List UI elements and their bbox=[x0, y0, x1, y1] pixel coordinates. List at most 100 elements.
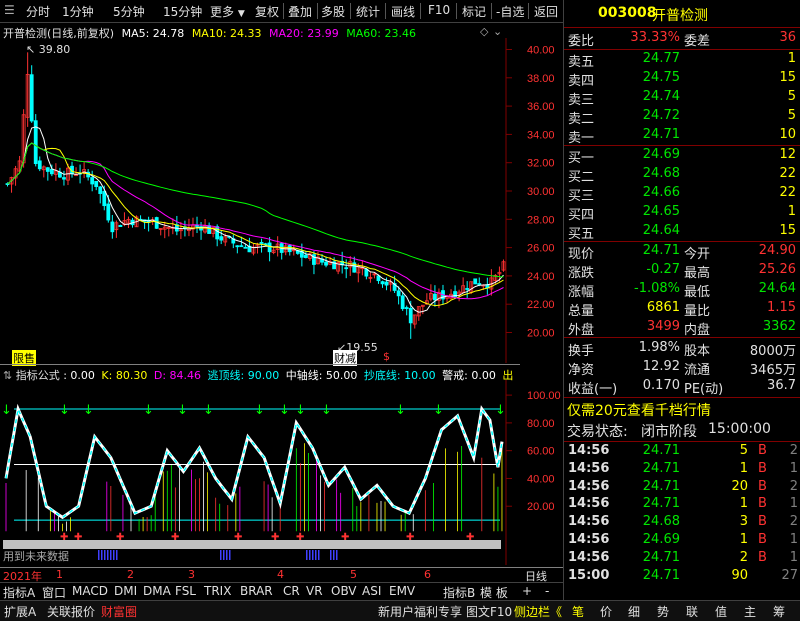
indicator-tab-right[interactable]: + bbox=[522, 584, 532, 598]
ask-row[interactable]: 卖二 24.72 5 bbox=[564, 108, 800, 127]
future-data-marker bbox=[229, 550, 231, 560]
promo-text[interactable]: 仅需20元查看千档行情 bbox=[567, 400, 711, 420]
toolbar-item-biaoji[interactable]: 标记 bbox=[462, 3, 486, 20]
indicator-tab[interactable]: DMI bbox=[114, 584, 137, 598]
candle-body bbox=[396, 290, 401, 297]
toolbar-item-1min[interactable]: 1分钟 bbox=[62, 3, 94, 20]
toolbar-item-more[interactable]: 更多 ▼ bbox=[210, 3, 245, 20]
status-sidebar[interactable]: 侧边栏《 bbox=[514, 603, 562, 620]
sell-arrow-icon: ↓ bbox=[395, 403, 406, 418]
toolbar-item-f10[interactable]: F10 bbox=[428, 3, 450, 17]
kline-chart[interactable]: 40.00 38.00 36.00 34.00 32.00 30.00 28.00 26.00… bbox=[0, 38, 563, 363]
indicator-tab[interactable]: FSL bbox=[175, 584, 196, 598]
collapse-icon[interactable]: ⌄ bbox=[493, 25, 502, 38]
tick-row[interactable]: 14:56 24.71 1 B 1 bbox=[564, 461, 800, 479]
indicator-tab[interactable]: 窗口 bbox=[42, 584, 66, 601]
indicator-tab[interactable]: OBV bbox=[331, 584, 357, 598]
future-data-marker bbox=[223, 550, 225, 560]
indicator-tab[interactable]: MACD bbox=[72, 584, 108, 598]
indicator-tab[interactable]: 指标A bbox=[3, 584, 35, 601]
tick-row[interactable]: 14:56 24.71 5 B 2 bbox=[564, 443, 800, 461]
ask-row[interactable]: 卖五 24.77 1 bbox=[564, 51, 800, 70]
indicator-tab-right[interactable]: 模 板 bbox=[480, 584, 508, 601]
tick-count: 27 bbox=[781, 567, 798, 583]
indicator-tab-right[interactable]: - bbox=[545, 584, 549, 598]
stat2-row: 换手 1.98% 股本 8000万 bbox=[564, 340, 800, 359]
toolbar-item-fuquan[interactable]: 复权 bbox=[255, 3, 279, 20]
promo-banner[interactable]: 仅需20元查看千档行情 bbox=[564, 400, 800, 420]
stat-label: 收益(一) bbox=[568, 382, 618, 397]
bid-row[interactable]: 买三 24.66 22 bbox=[564, 185, 800, 204]
toolbar-item-zixuan[interactable]: -自选 bbox=[496, 3, 524, 20]
status-new-user-promo[interactable]: 新用户福利专享 bbox=[378, 603, 462, 620]
tick-row[interactable]: 14:56 24.71 1 B 1 bbox=[564, 496, 800, 514]
tick-row[interactable]: 14:56 24.68 3 B 2 bbox=[564, 514, 800, 532]
indicator-tab[interactable]: ASI bbox=[362, 584, 381, 598]
stat-row: 外盘 3499 内盘 3362 bbox=[564, 319, 800, 338]
tick-row[interactable]: 14:56 24.71 20 B 2 bbox=[564, 479, 800, 497]
dollar-marker[interactable]: $ bbox=[383, 350, 390, 363]
status-tab-jia[interactable]: 价 bbox=[600, 603, 612, 620]
indicator-tab[interactable]: TRIX bbox=[204, 584, 231, 598]
tick-row[interactable]: 14:56 24.71 2 B 1 bbox=[564, 550, 800, 568]
status-expand-a[interactable]: 扩展A bbox=[4, 603, 36, 620]
status-tab-zhi[interactable]: 值 bbox=[715, 603, 727, 620]
ask-row[interactable]: 卖四 24.75 15 bbox=[564, 70, 800, 89]
diamond-icon[interactable]: ◇ bbox=[480, 25, 488, 38]
price-tick-label: 32.00 bbox=[527, 158, 555, 170]
status-tab-zhu[interactable]: 主 bbox=[744, 603, 756, 620]
bid-label: 买四 bbox=[568, 208, 595, 223]
indicator-tab[interactable]: DMA bbox=[143, 584, 171, 598]
stat-label: 涨幅 bbox=[568, 285, 595, 300]
indicator-tab-right[interactable]: 指标B bbox=[443, 584, 475, 601]
toolbar-item-diejia[interactable]: 叠加 bbox=[288, 3, 312, 20]
indicator-tab[interactable]: BRAR bbox=[240, 584, 273, 598]
ask-row[interactable]: 卖三 24.74 5 bbox=[564, 89, 800, 108]
future-data-marker bbox=[312, 550, 314, 560]
status-tab-lian[interactable]: 联 bbox=[686, 603, 698, 620]
stat2-row: 净资 12.92 流通 3465万 bbox=[564, 359, 800, 378]
indicator-tab[interactable]: VR bbox=[306, 584, 323, 598]
toolbar-item-back[interactable]: 返回 bbox=[534, 3, 558, 20]
bid-row[interactable]: 买五 24.64 15 bbox=[564, 223, 800, 242]
candle-body bbox=[45, 167, 50, 172]
future-data-marker bbox=[98, 550, 100, 560]
stat-label: 净资 bbox=[568, 363, 595, 378]
status-f10[interactable]: 图文F10 bbox=[466, 603, 512, 620]
ask-row[interactable]: 卖一 24.71 10 bbox=[564, 127, 800, 146]
stat-value: -1.08% bbox=[634, 281, 680, 296]
tick-count: 1 bbox=[789, 496, 798, 512]
tick-row[interactable]: 15:00 24.71 90 27 bbox=[564, 568, 800, 586]
indicator-tab[interactable]: EMV bbox=[389, 584, 415, 598]
bid-row[interactable]: 买二 24.68 22 bbox=[564, 166, 800, 185]
stat-value: 3362 bbox=[762, 319, 796, 334]
sell-arrow-icon: ↓ bbox=[177, 403, 188, 418]
tick-row[interactable]: 14:56 24.69 1 B 1 bbox=[564, 532, 800, 550]
toolbar-item-duogu[interactable]: 多股 bbox=[321, 3, 345, 20]
time-label-4: 4 bbox=[277, 568, 284, 581]
status-tab-bi[interactable]: 笔 bbox=[572, 603, 584, 620]
candle-body bbox=[324, 261, 328, 266]
bid-row[interactable]: 买一 24.69 12 bbox=[564, 147, 800, 166]
ma5-line bbox=[7, 126, 504, 313]
status-wealth-circle[interactable]: 财富圈 bbox=[101, 603, 137, 620]
price-tick-label: 24.00 bbox=[527, 271, 555, 283]
status-tab-xi[interactable]: 细 bbox=[628, 603, 640, 620]
indicator-tab[interactable]: CR bbox=[283, 584, 300, 598]
toolbar-item-15min[interactable]: 15分钟 bbox=[163, 3, 202, 20]
bid-label: 买五 bbox=[568, 227, 595, 242]
indicator-chart[interactable]: ↓ ↓ ↓ ↓ ↓ ↓ ↓ ↓ ↓ ↓ ↓ ↓ ↓✚ ✚ ✚ ✚ ✚ ✚ ✚ ✚ ✚ ✚ 100.0080.0060.00… bbox=[0, 380, 563, 565]
status-tab-shi[interactable]: 势 bbox=[657, 603, 669, 620]
status-tab-chou[interactable]: 筹 bbox=[773, 603, 785, 620]
menu-icon[interactable]: ☰ bbox=[4, 3, 15, 17]
future-data-marker bbox=[330, 550, 332, 560]
tick-count: 1 bbox=[789, 549, 798, 565]
toolbar-item-5min[interactable]: 5分钟 bbox=[113, 3, 145, 20]
toolbar-item-fenshi[interactable]: 分时 bbox=[26, 3, 50, 20]
toolbar-item-tongji[interactable]: 统计 bbox=[356, 3, 380, 20]
tick-side: B bbox=[758, 514, 767, 530]
status-related-quote[interactable]: 关联报价 bbox=[47, 603, 95, 620]
bid-row[interactable]: 买四 24.65 1 bbox=[564, 204, 800, 223]
toolbar-item-huaxian[interactable]: 画线 bbox=[391, 3, 415, 20]
tick-price: 24.71 bbox=[642, 443, 680, 458]
